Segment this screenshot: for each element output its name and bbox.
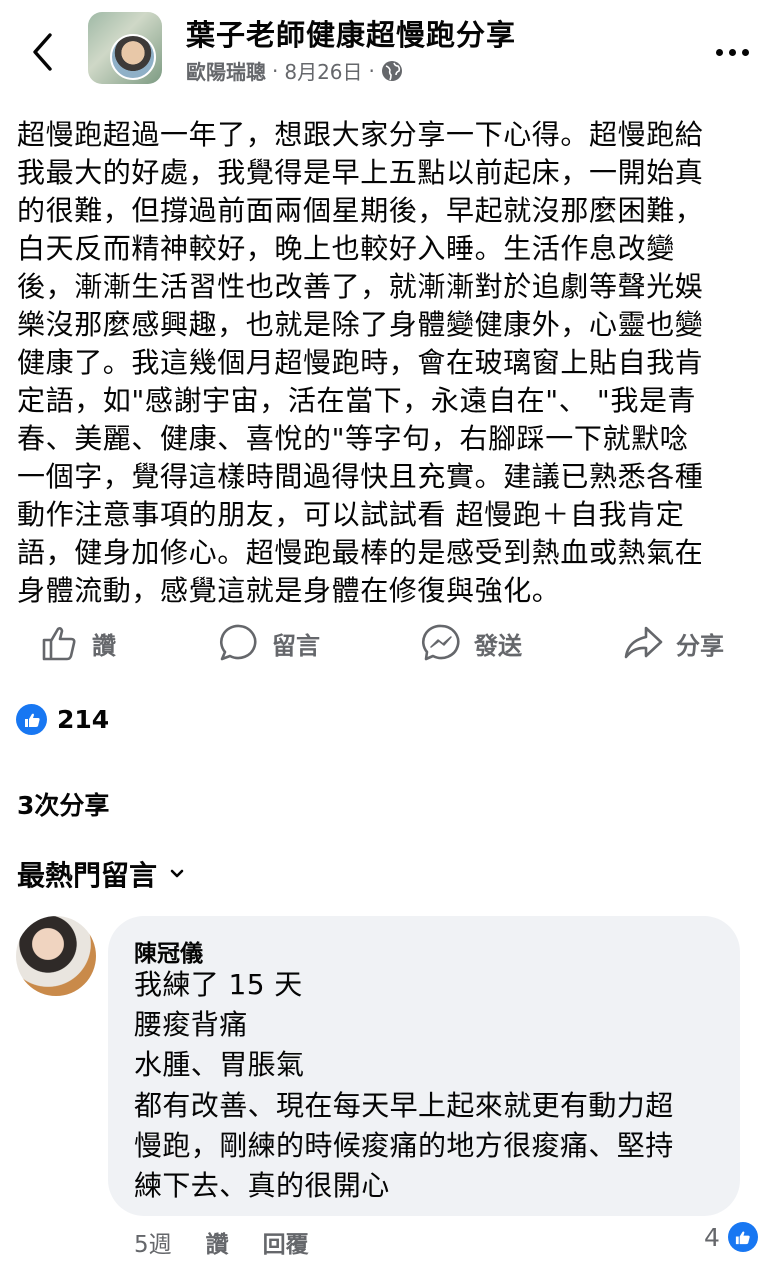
post-line: 春、美麗、健康、喜悅的"等字句，右腳踩一下就默唸 xyxy=(17,422,689,455)
like-summary[interactable]: 214 xyxy=(16,704,109,735)
action-bar: 讚 留言 發送 分享 xyxy=(0,615,780,671)
like-label: 讚 xyxy=(92,631,116,660)
share-button[interactable]: 分享 xyxy=(622,615,724,671)
send-button[interactable]: 發送 xyxy=(420,615,522,671)
post-text: 超慢跑超過一年了，想跟大家分享一下心得。超慢跑給 我最大的好處，我覺得是早上五點… xyxy=(17,116,762,610)
like-reaction-icon xyxy=(16,704,47,735)
comment-line: 都有改善、現在每天早上起來就更有動力超 xyxy=(134,1089,674,1122)
post-meta: 歐陽瑞聰 · 8月26日 · xyxy=(186,56,403,85)
comment-like-summary[interactable]: 4 xyxy=(704,1222,758,1252)
like-count: 214 xyxy=(57,705,110,734)
post-line: 身體流動，感覺這就是身體在修復與強化。 xyxy=(17,574,561,607)
comment-footer: 5週 讚 回覆 xyxy=(134,1225,309,1259)
post-date[interactable]: 8月26日 xyxy=(284,56,362,85)
comment-line: 腰痠背痛 xyxy=(134,1008,248,1041)
comment-button[interactable]: 留言 xyxy=(218,615,320,671)
comment-line: 慢跑，剛練的時候痠痛的地方很痠痛、堅持 xyxy=(134,1129,674,1162)
post-line: 樂沒那麼感興趣，也就是除了身體變健康外，心靈也變 xyxy=(17,308,704,341)
comment-time: 5週 xyxy=(134,1232,172,1258)
group-avatar[interactable] xyxy=(88,12,162,84)
share-label: 分享 xyxy=(676,631,724,660)
comment-like-button[interactable]: 讚 xyxy=(206,1225,229,1259)
chevron-left-icon xyxy=(33,33,52,71)
post-line: 超慢跑超過一年了，想跟大家分享一下心得。超慢跑給 xyxy=(17,118,704,151)
post-line: 動作注意事項的朋友，可以試試看 超慢跑＋自我肯定 xyxy=(17,498,685,531)
chevron-down-icon xyxy=(170,869,184,878)
dot-icon xyxy=(728,48,736,56)
meta-separator: · xyxy=(368,58,375,83)
post-line: 我最大的好處，我覺得是早上五點以前起床，一開始真 xyxy=(17,156,704,189)
send-label: 發送 xyxy=(474,631,522,660)
comment-like-count: 4 xyxy=(704,1222,720,1252)
comment-sort-label: 最熱門留言 xyxy=(17,859,158,892)
post-header: 葉子老師健康超慢跑分享 歐陽瑞聰 · 8月26日 · xyxy=(0,0,780,100)
messenger-icon xyxy=(422,624,460,661)
thumbs-up-icon xyxy=(42,627,76,661)
comment-reply-button[interactable]: 回覆 xyxy=(263,1225,309,1259)
post-line: 語，健身加修心。超慢跑最棒的是感受到熱血或熱氣在 xyxy=(17,536,704,569)
share-count[interactable]: 3次分享 xyxy=(17,786,109,822)
like-button[interactable]: 讚 xyxy=(40,615,116,671)
meta-separator: · xyxy=(272,58,279,83)
share-arrow-icon xyxy=(624,626,663,659)
comment-label: 留言 xyxy=(272,631,320,660)
like-reaction-icon xyxy=(727,1222,758,1252)
dot-icon xyxy=(741,48,749,56)
comment-bubble-icon xyxy=(220,624,257,661)
post-line: 白天反而精神較好，晚上也較好入睡。生活作息改變 xyxy=(17,232,675,265)
post-line: 健康了。我這幾個月超慢跑時，會在玻璃窗上貼自我肯 xyxy=(17,346,704,379)
post-line: 的很難，但撐過前面兩個星期後，早起就沒那麼困難， xyxy=(17,194,704,227)
more-options-button[interactable] xyxy=(712,40,752,64)
back-button[interactable] xyxy=(22,28,62,76)
comment-line: 水腫、胃脹氣 xyxy=(134,1048,305,1081)
post-line: 一個字，覺得這樣時間過得快且充實。建議已熟悉各種 xyxy=(17,460,704,493)
comment-line: 練下去、真的很開心 xyxy=(134,1169,390,1202)
group-name[interactable]: 葉子老師健康超慢跑分享 xyxy=(186,12,516,54)
dot-icon xyxy=(715,48,723,56)
commenter-name[interactable]: 陳冠儀 xyxy=(134,934,203,968)
author-avatar[interactable] xyxy=(110,34,156,80)
globe-icon xyxy=(381,60,402,81)
comment-sort-dropdown[interactable]: 最熱門留言 xyxy=(17,854,185,894)
comment-line: 我練了 15 天 xyxy=(134,968,303,1001)
post-line: 後，漸漸生活習性也改善了，就漸漸對於追劇等聲光娛 xyxy=(17,270,704,303)
post-line: 定語，如"感謝宇宙，活在當下，永遠自在"、 "我是青 xyxy=(17,384,697,417)
author-name[interactable]: 歐陽瑞聰 xyxy=(186,56,266,85)
commenter-avatar[interactable] xyxy=(16,916,96,996)
